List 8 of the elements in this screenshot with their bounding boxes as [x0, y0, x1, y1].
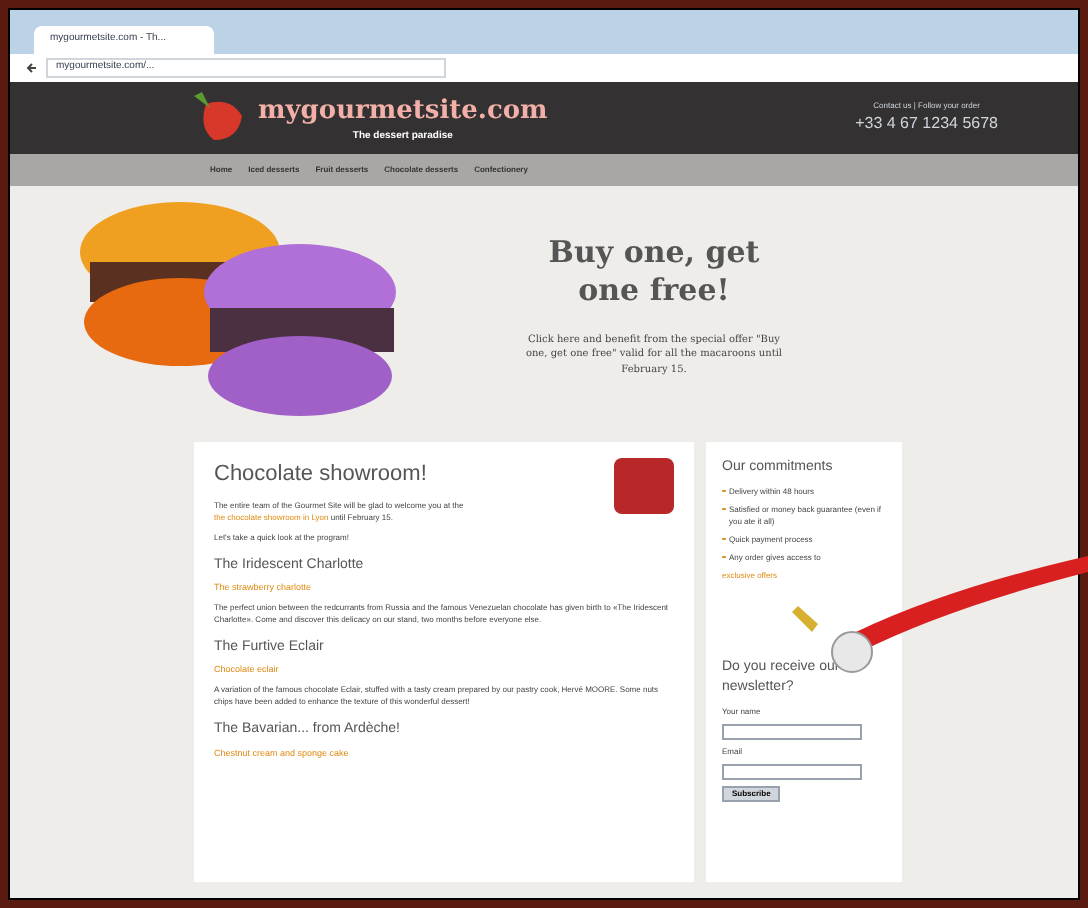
phone-number: +33 4 67 1234 5678 — [855, 112, 998, 136]
name-input-field[interactable] — [722, 723, 862, 739]
back-icon[interactable] — [26, 62, 38, 74]
cake-photo — [614, 458, 674, 514]
email-input-field[interactable] — [722, 763, 862, 779]
promo-title: Buy one, get one free! — [546, 234, 762, 309]
content-title: Chocolate showroom! — [214, 460, 429, 490]
site-logo-text: mygourmetsite.com — [258, 93, 548, 129]
